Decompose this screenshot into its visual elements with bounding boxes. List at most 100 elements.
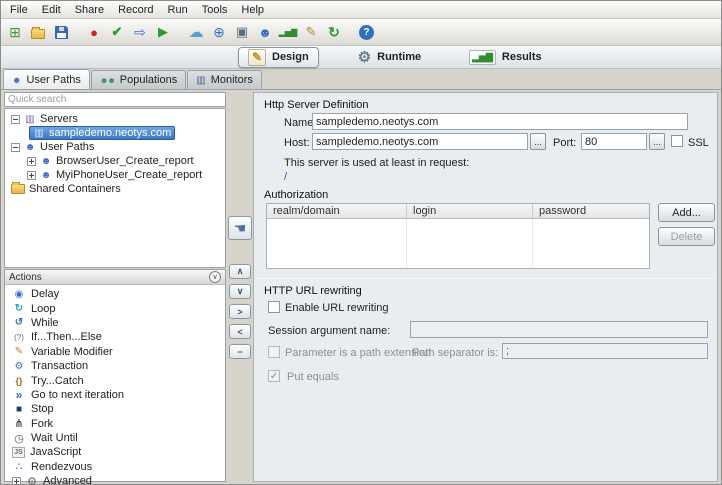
tree-node-shared-containers[interactable]: Shared Containers: [5, 182, 225, 196]
session-argument-input[interactable]: [410, 321, 708, 338]
menu-help[interactable]: Help: [234, 3, 271, 17]
action-label: JavaScript: [30, 446, 81, 458]
add-button[interactable]: Add...: [658, 203, 715, 222]
action-delay[interactable]: ◉Delay: [5, 287, 225, 301]
expand-expander-icon[interactable]: [27, 157, 36, 166]
actions-panel: Actions ∨ ◉Delay ↻ Loop ↺While (?)If...Th…: [4, 269, 226, 482]
design-mode-button[interactable]: ✎ Design: [238, 47, 319, 68]
tab-user-paths[interactable]: ☻ User Paths: [3, 69, 90, 89]
collapse-expander-icon[interactable]: [11, 115, 20, 124]
record-icon[interactable]: ●: [84, 22, 104, 42]
action-if-then-else[interactable]: (?)If...Then...Else: [5, 330, 225, 344]
actions-list: ◉Delay ↻Loop ↺While (?)If...Then...Else …: [5, 285, 225, 485]
toolbar: ⊞ ● ✔ ⇨ ▶ ☁ ⊕ ▣ ☻ ▂▅▇ ✎ ↻ ?: [1, 19, 721, 46]
collapse-expander-icon[interactable]: [11, 143, 20, 152]
if-then-else-icon: (?): [12, 333, 26, 342]
try-catch-icon: {}: [12, 376, 26, 386]
move-up-button[interactable]: ∧: [229, 264, 251, 279]
move-left-button[interactable]: <: [229, 324, 251, 339]
put-equals-checkbox[interactable]: [268, 370, 280, 382]
remove-button[interactable]: −: [229, 344, 251, 359]
expand-expander-icon[interactable]: [27, 171, 36, 180]
cloud-icon[interactable]: ☁: [186, 22, 206, 42]
quick-search-input[interactable]: [4, 92, 226, 107]
tree-label: User Paths: [40, 141, 94, 153]
new-icon[interactable]: ⊞: [5, 22, 25, 42]
check-script-icon[interactable]: ✔: [107, 22, 127, 42]
column-password[interactable]: password: [533, 204, 649, 218]
save-icon[interactable]: [51, 22, 71, 42]
action-variable-modifier[interactable]: ✎Variable Modifier: [5, 345, 225, 359]
move-right-button[interactable]: >: [229, 304, 251, 319]
tree-node-myiphoneuser[interactable]: ☻ MyiPhoneUser_Create_report: [5, 168, 225, 182]
apply-hand-button[interactable]: ☚: [228, 216, 252, 240]
menu-share[interactable]: Share: [68, 3, 111, 17]
ssl-checkbox[interactable]: [671, 135, 683, 147]
host-browse-button[interactable]: ...: [530, 133, 546, 150]
tab-strip: ☻ User Paths ☻☻ Populations ▥ Monitors: [3, 69, 262, 89]
column-login[interactable]: login: [407, 204, 533, 218]
section-title-url-rewriting: HTTP URL rewriting: [264, 285, 362, 297]
collapse-actions-icon[interactable]: ∨: [209, 271, 221, 283]
action-fork[interactable]: ⋔Fork: [5, 417, 225, 431]
graph-icon[interactable]: ▂▅▇: [278, 22, 298, 42]
action-rendezvous[interactable]: ∴Rendezvous: [5, 460, 225, 474]
vu-search-icon[interactable]: ☻: [255, 22, 275, 42]
tab-populations[interactable]: ☻☻ Populations: [91, 70, 186, 89]
action-javascript[interactable]: JSJavaScript: [5, 445, 225, 459]
tree-node-user-paths[interactable]: ☻ User Paths: [5, 140, 225, 154]
user-icon: ☻: [24, 142, 36, 153]
request-link[interactable]: /: [284, 171, 287, 183]
delete-button[interactable]: Delete: [658, 227, 715, 246]
action-wait-until[interactable]: ◷Wait Until: [5, 431, 225, 445]
floppy-shape: [55, 26, 68, 39]
action-next-iteration[interactable]: »Go to next iteration: [5, 388, 225, 402]
menu-run[interactable]: Run: [161, 3, 195, 17]
action-label: While: [31, 317, 59, 329]
param-path-extension-checkbox[interactable]: [268, 346, 280, 358]
tree-node-sampledemo[interactable]: ▥ sampledemo.neotys.com: [5, 126, 225, 140]
run-arrow-icon[interactable]: ⇨: [130, 22, 150, 42]
loop-icon: ↻: [12, 303, 26, 314]
action-label: Variable Modifier: [31, 346, 113, 358]
action-transaction[interactable]: ⚙Transaction: [5, 359, 225, 373]
tree-node-servers[interactable]: ▥ Servers: [5, 112, 225, 126]
update-web-icon[interactable]: ↻: [324, 22, 344, 42]
server-name-input[interactable]: [312, 113, 688, 130]
column-realm-domain[interactable]: realm/domain: [267, 204, 407, 218]
action-stop[interactable]: ■Stop: [5, 402, 225, 416]
path-separator-input[interactable]: [502, 343, 708, 359]
authorization-table: realm/domain login password: [266, 203, 650, 269]
action-label: Loop: [31, 303, 55, 315]
monitor-search-icon[interactable]: ▣: [232, 22, 252, 42]
report-icon[interactable]: ✎: [301, 22, 321, 42]
menu-record[interactable]: Record: [111, 3, 160, 17]
enable-url-rewriting-checkbox[interactable]: [268, 301, 280, 313]
action-while[interactable]: ↺While: [5, 316, 225, 330]
mode-bar: ✎ Design ⚙ Runtime ▂▅▇ Results: [1, 46, 721, 69]
menu-edit[interactable]: Edit: [35, 3, 68, 17]
results-mode-button[interactable]: ▂▅▇ Results: [460, 47, 551, 68]
play-icon[interactable]: ▶: [153, 22, 173, 42]
tree-node-browseruser[interactable]: ☻ BrowserUser_Create_report: [5, 154, 225, 168]
runtime-mode-button[interactable]: ⚙ Runtime: [349, 47, 430, 68]
actions-title: Actions: [9, 272, 42, 283]
web-icon[interactable]: ⊕: [209, 22, 229, 42]
wait-until-icon: ◷: [12, 432, 26, 445]
move-down-button[interactable]: ∨: [229, 284, 251, 299]
help-icon[interactable]: ?: [359, 25, 374, 40]
action-label: Stop: [31, 403, 54, 415]
action-try-catch[interactable]: {}Try...Catch: [5, 373, 225, 387]
menu-file[interactable]: File: [3, 3, 35, 17]
tab-monitors[interactable]: ▥ Monitors: [187, 70, 262, 89]
server-port-input[interactable]: [581, 133, 647, 150]
action-advanced[interactable]: ⚙Advanced: [5, 474, 225, 485]
port-browse-button[interactable]: ...: [649, 133, 665, 150]
expand-expander-icon[interactable]: [12, 477, 21, 485]
authorization-table-body[interactable]: [267, 219, 649, 268]
menu-tools[interactable]: Tools: [195, 3, 235, 17]
open-icon[interactable]: [28, 22, 48, 42]
results-label: Results: [502, 51, 542, 63]
action-loop[interactable]: ↻ Loop: [5, 301, 225, 315]
server-host-input[interactable]: [312, 133, 528, 150]
